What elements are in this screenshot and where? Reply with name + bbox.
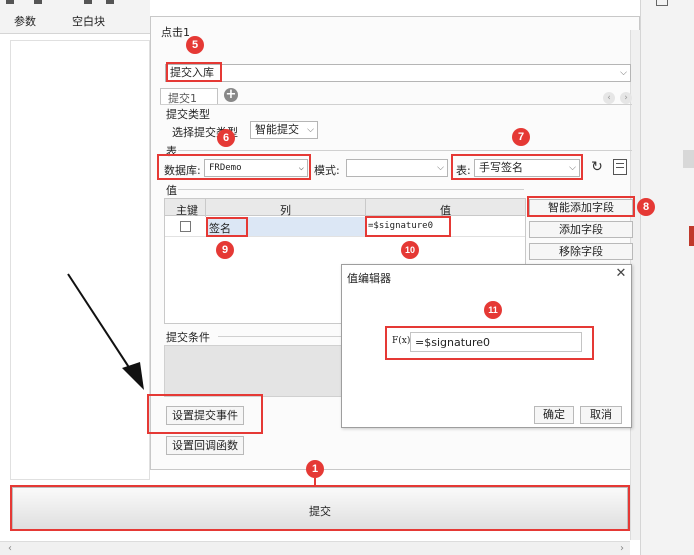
section-table: 表 xyxy=(166,145,177,158)
ok-button[interactable]: 确定 xyxy=(534,406,574,424)
step-badge-1: 1 xyxy=(306,460,324,478)
section-condition: 提交条件 xyxy=(166,331,210,344)
step-badge-8: 8 xyxy=(637,198,655,216)
fields-table-header xyxy=(165,199,525,216)
row-column-text: 签名 xyxy=(209,222,231,235)
value-section-divider xyxy=(178,189,524,190)
set-submit-event-button[interactable]: 设置提交事件 xyxy=(166,406,244,425)
preview-table-icon[interactable] xyxy=(613,159,627,175)
step-badge-10: 10 xyxy=(401,241,419,259)
col-header-value: 值 xyxy=(440,204,451,217)
close-icon[interactable]: ✕ xyxy=(614,267,628,281)
scroll-left-icon[interactable]: ‹ xyxy=(8,543,12,554)
badge-1-connector xyxy=(314,478,316,486)
submit-type-select[interactable]: 智能提交 ⌵ xyxy=(250,121,318,139)
tab-submit-1[interactable]: 提交1 xyxy=(160,88,218,105)
toolbar-icons xyxy=(6,0,126,5)
cancel-button[interactable]: 取消 xyxy=(580,406,622,424)
section-submit-type: 提交类型 xyxy=(166,108,210,121)
tab-prev-icon[interactable]: ‹ xyxy=(603,92,615,104)
table-row[interactable]: 签名 =$signature0 xyxy=(165,217,525,237)
action-type-value: 提交入库 xyxy=(170,66,214,79)
pointer-arrow xyxy=(67,273,144,390)
submit-button[interactable]: 提交 xyxy=(12,487,628,531)
chevron-down-icon: ⌵ xyxy=(569,163,576,173)
tab-next-icon[interactable]: › xyxy=(620,92,632,104)
smart-add-field-button[interactable]: 智能添加字段 xyxy=(529,199,633,216)
table-select[interactable]: 手写签名 ⌵ xyxy=(474,159,580,177)
layout-icon[interactable] xyxy=(656,0,668,6)
table-section-divider xyxy=(178,150,632,151)
right-panel xyxy=(640,0,694,555)
condition-divider xyxy=(218,336,342,337)
primary-key-checkbox[interactable] xyxy=(180,221,191,232)
dialog-title: 点击1 xyxy=(161,26,190,39)
value-editor-dialog: 值编辑器 ✕ F(x) =$signature0 确定 取消 xyxy=(341,264,632,428)
right-panel-strip xyxy=(683,150,694,168)
chevron-down-icon: ⌵ xyxy=(620,68,627,78)
add-tab-icon[interactable]: + xyxy=(224,88,238,102)
col-header-key: 主键 xyxy=(176,204,198,217)
condition-area[interactable] xyxy=(164,345,342,397)
step-badge-5: 5 xyxy=(186,36,204,54)
schema-label: 模式: xyxy=(314,164,340,177)
action-type-select[interactable]: 提交入库 ⌵ xyxy=(165,64,631,82)
step-badge-11: 11 xyxy=(484,301,502,319)
remove-field-button[interactable]: 移除字段 xyxy=(529,243,633,260)
step-badge-6: 6 xyxy=(217,129,235,147)
widget-tab-params[interactable]: 参数 xyxy=(14,13,36,29)
table-label: 表: xyxy=(456,164,471,177)
section-value: 值 xyxy=(166,184,177,197)
right-panel-marker xyxy=(689,226,694,246)
chevron-down-icon: ⌵ xyxy=(307,125,314,135)
value-editor-input[interactable]: =$signature0 xyxy=(410,332,582,352)
add-field-button[interactable]: 添加字段 xyxy=(529,221,633,238)
refresh-icon[interactable]: ↻ xyxy=(588,158,606,176)
tab-divider xyxy=(160,104,632,105)
step-badge-9: 9 xyxy=(216,241,234,259)
db-label: 数据库: xyxy=(164,164,201,177)
col-header-column: 列 xyxy=(280,204,291,217)
row-value-text[interactable]: =$signature0 xyxy=(368,221,433,231)
db-select[interactable]: FRDemo ⌵ xyxy=(204,159,308,177)
chevron-down-icon: ⌵ xyxy=(298,163,304,173)
formula-icon[interactable]: F(x) xyxy=(392,332,410,350)
chevron-down-icon: ⌵ xyxy=(437,163,444,173)
value-editor-title: 值编辑器 xyxy=(347,272,391,285)
step-badge-7: 7 xyxy=(512,128,530,146)
canvas-area xyxy=(10,40,150,480)
scroll-right-icon[interactable]: › xyxy=(620,543,624,554)
dialog-hscroll[interactable]: ‹ › xyxy=(0,541,630,555)
set-callback-button[interactable]: 设置回调函数 xyxy=(166,436,244,455)
widget-tab-blank[interactable]: 空白块 xyxy=(72,13,105,29)
schema-select[interactable]: ⌵ xyxy=(346,159,448,177)
